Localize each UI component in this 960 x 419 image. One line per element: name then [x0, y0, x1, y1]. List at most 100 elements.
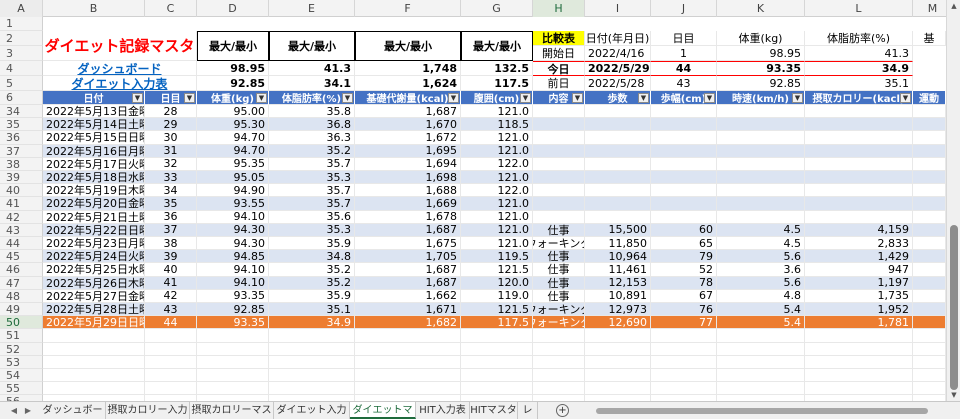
table-cell[interactable]: 12,690 — [585, 316, 651, 330]
table-cell[interactable] — [913, 263, 946, 277]
table-cell[interactable]: 35.2 — [269, 263, 355, 277]
table-cell[interactable]: 1,662 — [355, 289, 461, 303]
row-header[interactable]: 36 — [0, 131, 43, 145]
table-cell[interactable] — [355, 342, 461, 356]
table-cell[interactable] — [533, 329, 585, 343]
table-cell[interactable] — [43, 342, 145, 356]
table-cell[interactable] — [913, 382, 946, 396]
filter-dropdown-icon[interactable]: ▼ — [342, 93, 353, 103]
table-cell[interactable]: 94.30 — [197, 223, 269, 237]
row-header[interactable]: 1 — [0, 17, 43, 31]
table-cell[interactable] — [585, 131, 651, 145]
table-cell[interactable]: 1,694 — [355, 157, 461, 171]
table-cell[interactable] — [913, 276, 946, 290]
table-cell[interactable]: 34 — [145, 184, 197, 198]
diet-input-link[interactable]: ダイエット入力表 — [43, 76, 197, 91]
column-header-e[interactable]: E — [269, 0, 355, 17]
table-cell[interactable]: ウォーキング — [533, 316, 585, 330]
table-cell[interactable]: 67 — [651, 289, 717, 303]
table-cell[interactable] — [461, 382, 533, 396]
sheet-tab[interactable]: 摂取カロリーマスタ — [190, 402, 274, 419]
table-cell[interactable]: 94.70 — [197, 131, 269, 145]
table-cell[interactable] — [585, 329, 651, 343]
table-cell[interactable]: 35.3 — [269, 223, 355, 237]
table-cell[interactable]: 36.8 — [269, 118, 355, 132]
filter-dropdown-icon[interactable]: ▼ — [448, 93, 459, 103]
table-cell[interactable]: 35.8 — [269, 105, 355, 119]
table-cell[interactable]: 78 — [651, 276, 717, 290]
table-cell[interactable] — [805, 157, 913, 171]
table-cell[interactable]: 12,153 — [585, 276, 651, 290]
table-cell[interactable]: 121.5 — [461, 303, 533, 317]
row-header[interactable]: 51 — [0, 329, 43, 343]
table-cell[interactable]: 93.55 — [197, 197, 269, 211]
table-cell[interactable]: 35.9 — [269, 237, 355, 251]
sheet-tab[interactable]: ダイエット入力表 — [274, 402, 350, 419]
column-header-h[interactable]: H — [533, 0, 585, 17]
table-cell[interactable] — [913, 342, 946, 356]
table-cell[interactable] — [585, 184, 651, 198]
table-cell[interactable] — [533, 197, 585, 211]
table-cell[interactable]: 1,781 — [805, 316, 913, 330]
table-cell[interactable] — [533, 118, 585, 132]
row-header[interactable]: 38 — [0, 157, 43, 171]
table-cell[interactable] — [717, 184, 805, 198]
table-cell[interactable] — [533, 171, 585, 185]
table-cell[interactable]: 1,687 — [355, 276, 461, 290]
scroll-up-icon[interactable]: ▲ — [947, 0, 960, 12]
table-cell[interactable]: 4,159 — [805, 223, 913, 237]
filter-dropdown-icon[interactable]: ▼ — [572, 93, 583, 103]
table-cell[interactable]: 35.7 — [269, 197, 355, 211]
table-cell[interactable]: 1,675 — [355, 237, 461, 251]
row-header[interactable]: 44 — [0, 237, 43, 251]
table-cell[interactable] — [269, 329, 355, 343]
table-cell[interactable]: 2022年5月20日金曜日 — [43, 197, 145, 211]
nav-next-icon[interactable]: ▶ — [22, 404, 34, 418]
table-cell[interactable] — [913, 144, 946, 158]
table-cell[interactable]: 122.0 — [461, 157, 533, 171]
table-cell[interactable] — [805, 144, 913, 158]
table-cell[interactable]: 2022年5月15日日曜日 — [43, 131, 145, 145]
add-sheet-icon[interactable]: + — [556, 404, 569, 417]
filter-dropdown-icon[interactable]: ▼ — [704, 93, 715, 103]
table-cell[interactable] — [913, 237, 946, 251]
table-cell[interactable] — [805, 184, 913, 198]
table-cell[interactable]: 35.7 — [269, 184, 355, 198]
table-cell[interactable] — [717, 382, 805, 396]
table-cell[interactable]: ウォーキング — [533, 303, 585, 317]
table-cell[interactable]: 34.8 — [269, 250, 355, 264]
table-cell[interactable]: 1,682 — [355, 316, 461, 330]
table-cell[interactable] — [913, 303, 946, 317]
dashboard-link[interactable]: ダッシュボード — [43, 61, 197, 76]
table-cell[interactable] — [269, 369, 355, 383]
table-cell[interactable] — [651, 197, 717, 211]
table-cell[interactable]: 28 — [145, 105, 197, 119]
table-cell[interactable] — [913, 250, 946, 264]
row-header[interactable]: 55 — [0, 382, 43, 396]
table-cell[interactable] — [717, 355, 805, 369]
table-cell[interactable]: 94.70 — [197, 144, 269, 158]
table-cell[interactable]: 3.6 — [717, 263, 805, 277]
table-cell[interactable]: 94.30 — [197, 237, 269, 251]
filter-dropdown-icon[interactable]: ▼ — [638, 93, 649, 103]
table-cell[interactable] — [197, 382, 269, 396]
row-header[interactable]: 52 — [0, 342, 43, 356]
sheet-tab[interactable]: ダッシュボード — [40, 402, 106, 419]
filter-dropdown-icon[interactable]: ▼ — [520, 93, 531, 103]
table-cell[interactable]: 42 — [145, 289, 197, 303]
table-cell[interactable] — [585, 210, 651, 224]
table-cell[interactable] — [533, 342, 585, 356]
table-cell[interactable] — [913, 369, 946, 383]
table-cell[interactable] — [533, 355, 585, 369]
row-header[interactable]: 43 — [0, 223, 43, 237]
table-cell[interactable]: 2022年5月13日金曜日 — [43, 105, 145, 119]
table-cell[interactable] — [533, 210, 585, 224]
row-header[interactable]: 50 — [0, 316, 43, 330]
row-header[interactable]: 40 — [0, 184, 43, 198]
row-header[interactable]: 6 — [0, 91, 43, 105]
table-cell[interactable]: 2022年5月21日土曜日 — [43, 210, 145, 224]
table-cell[interactable]: 65 — [651, 237, 717, 251]
table-cell[interactable]: 121.0 — [461, 144, 533, 158]
filter-dropdown-icon[interactable]: ▼ — [792, 93, 803, 103]
row-header[interactable]: 34 — [0, 105, 43, 119]
